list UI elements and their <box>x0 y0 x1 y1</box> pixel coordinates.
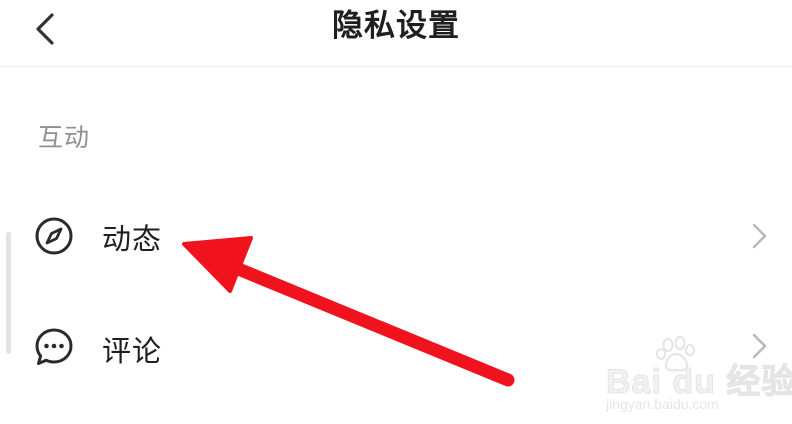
chevron-right-icon <box>748 221 770 251</box>
row-label-moments: 动态 <box>102 222 163 256</box>
settings-row-moments[interactable]: 动态 <box>0 186 792 286</box>
compass-icon <box>32 214 76 258</box>
watermark: Bai du 经验 jingyan.baidu.com <box>605 336 792 416</box>
section-label: 互动 <box>38 123 91 152</box>
page-title: 隐私设置 <box>332 8 460 44</box>
watermark-url: jingyan.baidu.com <box>606 396 719 412</box>
row-label-comments: 评论 <box>102 334 163 368</box>
header-bar: 隐私设置 <box>0 0 792 67</box>
speech-bubble-icon <box>32 325 76 369</box>
